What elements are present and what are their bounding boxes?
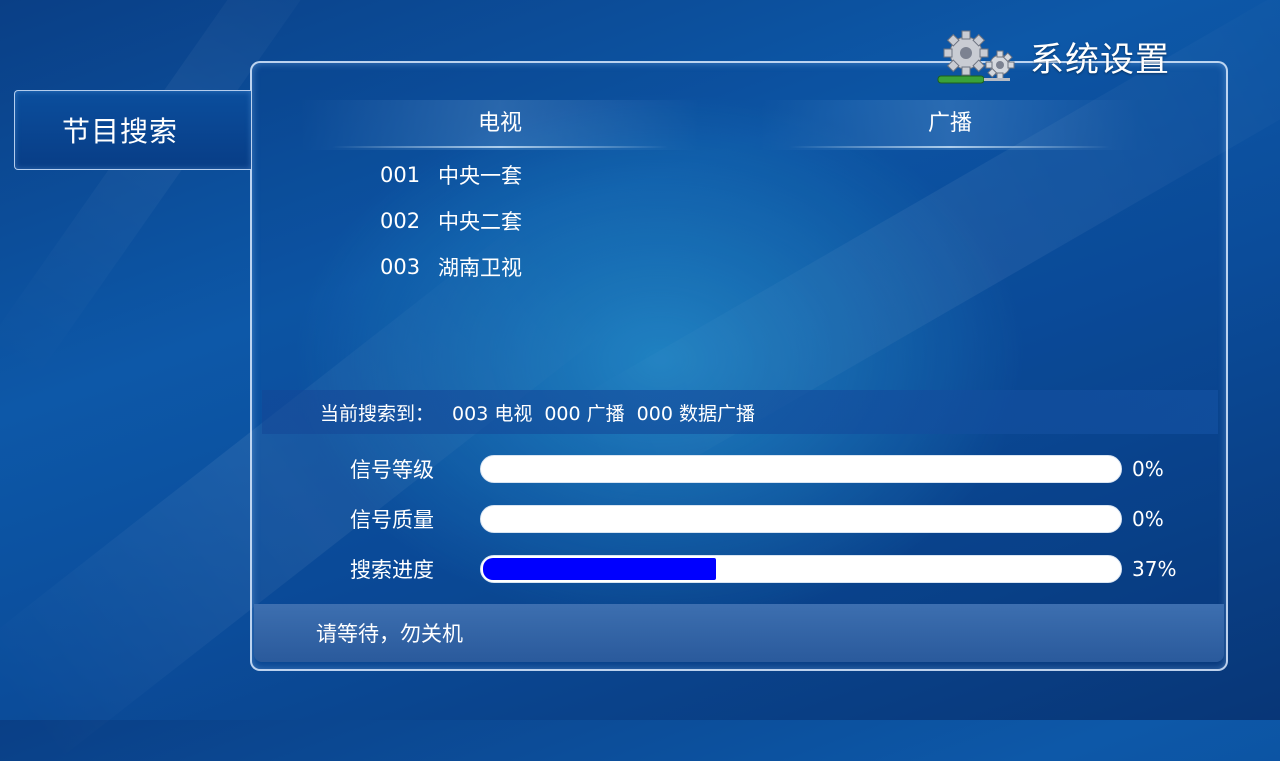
search-summary-bar: 当前搜索到： 003 电视 000 广播 000 数据广播 xyxy=(262,390,1218,434)
tv-count: 003 电视 xyxy=(452,402,533,425)
data-broadcast-count: 000 数据广播 xyxy=(636,402,755,425)
channel-name: 湖南卫视 xyxy=(438,256,522,280)
meter-value: 37% xyxy=(1132,557,1177,581)
channel-number: 001 xyxy=(380,163,421,187)
channel-name: 中央二套 xyxy=(438,210,522,234)
status-message: 请等待，勿关机 xyxy=(316,622,463,646)
page-title: 系统设置 xyxy=(1030,39,1170,80)
channel-list: 001 中央一套 002 中央二套 003 湖南卫视 xyxy=(380,152,522,290)
list-item[interactable]: 001 中央一套 xyxy=(380,152,522,198)
gears-screwdriver-icon xyxy=(930,25,1022,87)
meter-label: 信号等级 xyxy=(350,458,434,482)
radio-count: 000 广播 xyxy=(544,402,625,425)
meter-value: 0% xyxy=(1132,507,1164,531)
meter-fill xyxy=(483,558,716,580)
signal-quality-bar xyxy=(480,505,1122,533)
channel-number: 002 xyxy=(380,209,421,233)
meter-value: 0% xyxy=(1132,457,1164,481)
page-header: 系统设置 xyxy=(930,24,1190,88)
summary-label: 当前搜索到： xyxy=(320,402,435,425)
signal-level-meter: 信号等级 0% xyxy=(350,453,1164,485)
channel-number: 003 xyxy=(380,255,421,279)
search-progress-bar xyxy=(480,555,1122,583)
column-header-radio[interactable]: 广播 xyxy=(760,100,1140,150)
meter-label: 信号质量 xyxy=(350,508,434,532)
meter-label: 搜索进度 xyxy=(350,558,434,582)
tab-label: 节目搜索 xyxy=(61,115,178,148)
status-bar: 请等待，勿关机 xyxy=(254,604,1224,662)
signal-level-bar xyxy=(480,455,1122,483)
list-item[interactable]: 002 中央二套 xyxy=(380,198,522,244)
list-item[interactable]: 003 湖南卫视 xyxy=(380,244,522,290)
signal-quality-meter: 信号质量 0% xyxy=(350,503,1164,535)
column-header-tv[interactable]: 电视 xyxy=(300,100,700,150)
search-progress-meter: 搜索进度 37% xyxy=(350,553,1176,585)
tab-program-search[interactable]: 节目搜索 xyxy=(14,90,251,170)
channel-name: 中央一套 xyxy=(438,164,522,188)
